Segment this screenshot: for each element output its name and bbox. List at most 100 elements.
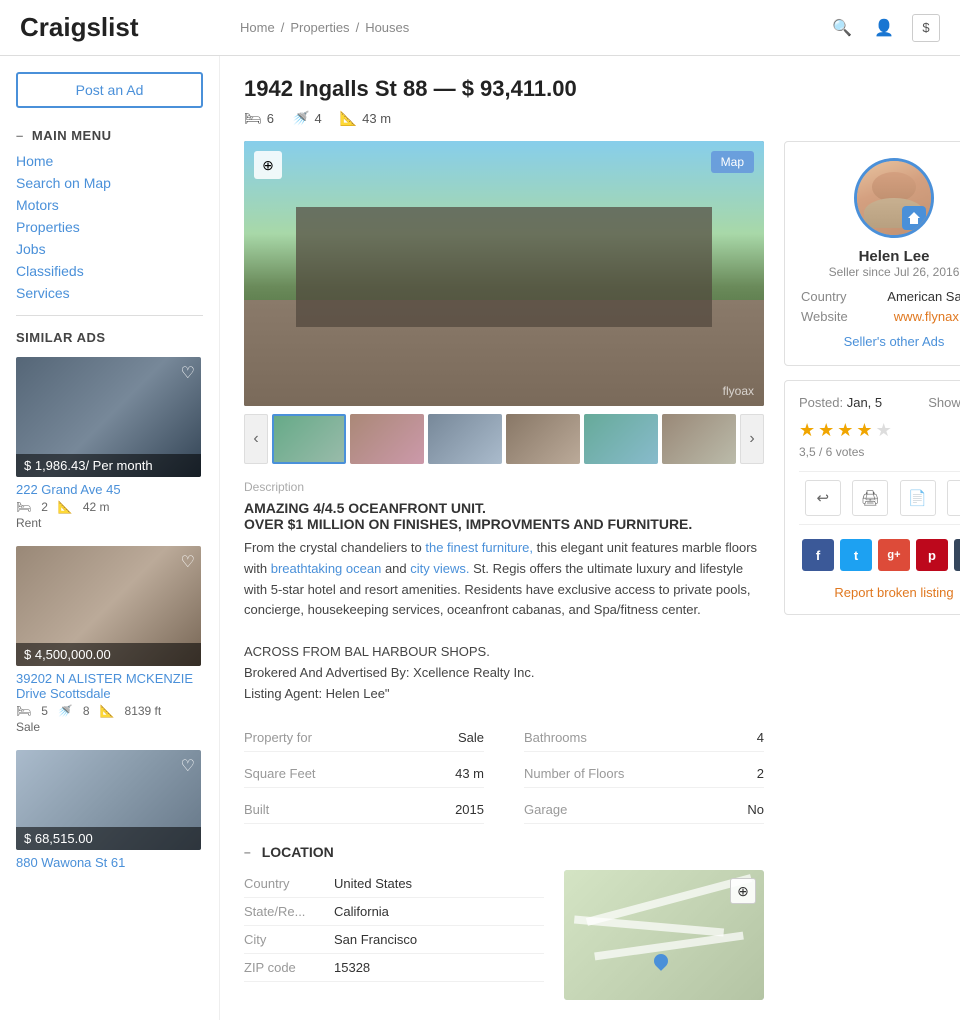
thumb-3[interactable] (428, 414, 502, 464)
similar-ad-1-title[interactable]: 222 Grand Ave 45 (16, 482, 203, 497)
map-zoom-button[interactable]: ⊕ (730, 878, 756, 904)
sidebar-item-home[interactable]: Home (16, 153, 203, 169)
area-icon: 📐 (58, 500, 73, 514)
seller-since: Seller since Jul 26, 2016 (801, 265, 960, 279)
location-country: Country United States (244, 870, 544, 898)
thumb-5[interactable] (584, 414, 658, 464)
listing-meta: 🛏 6 🚿 4 📐 43 m (244, 110, 960, 127)
location-city: City San Francisco (244, 926, 544, 954)
description-body: From the crystal chandeliers to the fine… (244, 538, 764, 704)
qr-icon-button[interactable]: ⊞ (947, 480, 960, 516)
breadcrumb-properties[interactable]: Properties (290, 20, 349, 35)
description-section: Description AMAZING 4/4.5 OCEANFRONT UNI… (244, 480, 764, 704)
main-menu-title: – MAIN MENU (16, 128, 203, 143)
sidebar-item-jobs[interactable]: Jobs (16, 241, 203, 257)
googleplus-share-button[interactable]: g+ (878, 539, 910, 571)
main-image: ⊕ Map flyoax (244, 141, 764, 406)
baths-icon: 🚿 (292, 110, 309, 127)
similar-ad-2-type: Sale (16, 720, 203, 734)
seller-website-value[interactable]: www.flynax.com (894, 309, 960, 324)
thumb-next[interactable]: › (740, 414, 764, 464)
similar-ad-2-meta: 🛏 5 🚿 8 📐 8139 ft (16, 704, 203, 718)
pdf-icon-button[interactable]: 📄 (900, 480, 936, 516)
beds-icon: 🛏 (244, 110, 262, 127)
similar-ad-1: $ 1,986.43/ Per month ♡ 222 Grand Ave 45… (16, 357, 203, 530)
reply-icon-button[interactable]: ↩ (805, 480, 841, 516)
seller-other-ads-link[interactable]: Seller's other Ads (801, 334, 960, 349)
rating-stars: ★ ★ ★ ★ ★ (799, 420, 960, 441)
layout: Post an Ad – MAIN MENU Home Search on Ma… (0, 56, 960, 1020)
action-icons: ↩ 🖨 📄 ⊞ (799, 471, 960, 525)
thumb-1[interactable] (272, 414, 346, 464)
listing-left: ⊕ Map flyoax ‹ (244, 141, 764, 1000)
similar-ad-3: $ 68,515.00 ♡ 880 Wawona St 61 (16, 750, 203, 870)
seller-website-label: Website (801, 309, 848, 324)
header: Craigslist Home / Properties / Houses 🔍 … (0, 0, 960, 56)
similar-ad-1-image: $ 1,986.43/ Per month ♡ (16, 357, 201, 477)
similar-ad-2-title[interactable]: 39202 N ALISTER MCKENZIE Drive Scottsdal… (16, 671, 203, 701)
sidebar-item-motors[interactable]: Motors (16, 197, 203, 213)
location-title: – LOCATION (244, 844, 764, 860)
location-fields: Country United States State/Re... Califo… (244, 870, 544, 1000)
similar-ad-1-favorite[interactable]: ♡ (181, 363, 195, 383)
bed-icon: 🛏 (16, 500, 31, 514)
posted-info: Posted: Jan, 5 (799, 395, 882, 410)
beds-meta: 🛏 6 (244, 110, 274, 127)
listing-title: 1942 Ingalls St 88 — $ 93,411.00 (244, 76, 960, 102)
sidebar-item-classifieds[interactable]: Classifieds (16, 263, 203, 279)
similar-ad-3-image: $ 68,515.00 ♡ (16, 750, 201, 850)
zoom-button[interactable]: ⊕ (254, 151, 282, 179)
post-ad-button[interactable]: Post an Ad (16, 72, 203, 108)
location-body: Country United States State/Re... Califo… (244, 870, 764, 1000)
listing-body: ⊕ Map flyoax ‹ (244, 141, 960, 1000)
listing-right: Helen Lee Seller since Jul 26, 2016 Coun… (784, 141, 960, 1000)
print-icon-button[interactable]: 🖨 (852, 480, 888, 516)
baths-meta: 🚿 4 (292, 110, 322, 127)
detail-built: Built 2015 (244, 796, 484, 824)
similar-ad-2-price: $ 4,500,000.00 (16, 643, 201, 666)
thumb-prev[interactable]: ‹ (244, 414, 268, 464)
twitter-share-button[interactable]: t (840, 539, 872, 571)
sidebar-nav: Home Search on Map Motors Properties Job… (16, 153, 203, 301)
header-icons: 🔍 👤 $ (828, 14, 940, 42)
seller-country-label: Country (801, 289, 847, 304)
search-icon[interactable]: 🔍 (828, 14, 856, 42)
map-preview: ⊕ (564, 870, 764, 1000)
seller-card: Helen Lee Seller since Jul 26, 2016 Coun… (784, 141, 960, 366)
sidebar-item-map[interactable]: Search on Map (16, 175, 203, 191)
posted-date: Jan, 5 (847, 395, 882, 410)
thumb-2[interactable] (350, 414, 424, 464)
star-1: ★ (799, 420, 815, 441)
location-state: State/Re... California (244, 898, 544, 926)
location-section: – LOCATION Country United States State/R… (244, 844, 764, 1000)
dollar-icon[interactable]: $ (912, 14, 940, 42)
user-icon[interactable]: 👤 (870, 14, 898, 42)
map-button[interactable]: Map (711, 151, 754, 173)
similar-ad-3-title[interactable]: 880 Wawona St 61 (16, 855, 203, 870)
facebook-share-button[interactable]: f (802, 539, 834, 571)
star-5: ★ (876, 420, 892, 441)
description-headline: AMAZING 4/4.5 OCEANFRONT UNIT.OVER $1 MI… (244, 500, 764, 532)
similar-ad-1-meta: 🛏 2 📐 42 m (16, 500, 203, 514)
thumb-4[interactable] (506, 414, 580, 464)
sidebar-item-properties[interactable]: Properties (16, 219, 203, 235)
sidebar: Post an Ad – MAIN MENU Home Search on Ma… (0, 56, 220, 1020)
star-3: ★ (837, 420, 853, 441)
area-icon-main: 📐 (340, 110, 357, 127)
tumblr-share-button[interactable]: t (954, 539, 960, 571)
detail-square-feet: Square Feet 43 m (244, 760, 484, 788)
similar-ad-3-favorite[interactable]: ♡ (181, 756, 195, 776)
detail-floors: Number of Floors 2 (524, 760, 764, 788)
property-details: Property for Sale Bathrooms 4 Square Fee… (244, 724, 764, 824)
pinterest-share-button[interactable]: p (916, 539, 948, 571)
sidebar-item-services[interactable]: Services (16, 285, 203, 301)
detail-garage: Garage No (524, 796, 764, 824)
area-icon-2: 📐 (100, 704, 115, 718)
breadcrumb-home[interactable]: Home (240, 20, 275, 35)
report-link[interactable]: Report broken listing (799, 585, 960, 600)
breadcrumb: Home / Properties / Houses (240, 20, 828, 35)
similar-ad-2-favorite[interactable]: ♡ (181, 552, 195, 572)
seller-country-row: Country American Samoa (801, 289, 960, 304)
description-label: Description (244, 480, 764, 494)
thumb-6[interactable] (662, 414, 736, 464)
